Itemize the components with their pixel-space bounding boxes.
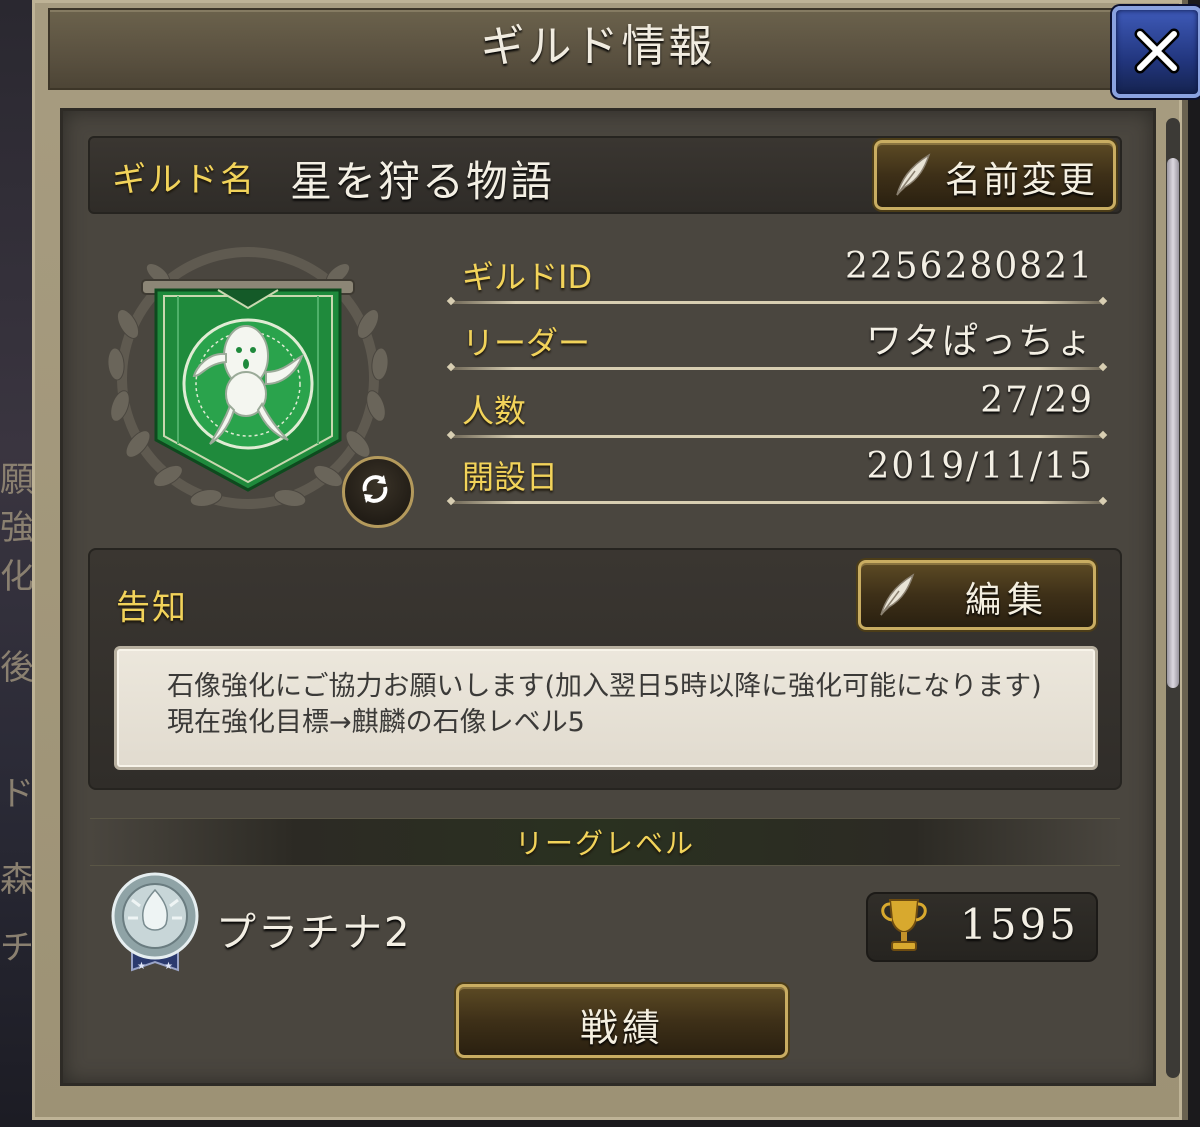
guild-name-label: ギルド名 [112, 160, 256, 200]
notice-message: 石像強化にご協力お願いします(加入翌日5時以降に強化可能になります)現在強化目標… [167, 671, 1042, 738]
dialog-title: ギルド情報 [480, 21, 716, 72]
scrollbar-thumb[interactable] [1167, 158, 1179, 688]
background-text: ド [0, 774, 34, 814]
notice-message-box: 石像強化にご協力お願いします(加入翌日5時以降に強化可能になります)現在強化目標… [114, 646, 1098, 770]
divider [450, 501, 1104, 504]
close-icon [1134, 28, 1180, 74]
league-rank: プラチナ2 [216, 910, 412, 956]
info-value[interactable]: ワタぱっちょ [866, 312, 1094, 364]
trophy-count: 1595 [960, 900, 1079, 949]
swap-icon [362, 475, 388, 503]
quill-icon [896, 153, 931, 196]
info-value: 2019/11/15 [866, 446, 1094, 487]
guild-name-value: 星を狩る物語 [290, 157, 555, 206]
edit-button-label: 編集 [965, 580, 1050, 621]
rename-button-label: 名前変更 [945, 160, 1098, 201]
info-value: 2256280821 [844, 246, 1094, 287]
background-text: 森 [0, 860, 34, 900]
info-row-members: 人数 27/29 [450, 374, 1104, 438]
edit-notice-button[interactable]: 編集 [858, 560, 1096, 630]
svg-text:★: ★ [137, 961, 146, 972]
info-label: 人数 [462, 392, 527, 430]
trophy-icon [881, 899, 927, 951]
background-text: チ [0, 928, 34, 968]
svg-text:★: ★ [164, 961, 173, 972]
info-row-guild-id: ギルドID 2256280821 [450, 240, 1104, 304]
info-label: 開設日 [462, 458, 559, 496]
battle-record-button[interactable]: 戦績 [456, 984, 788, 1058]
platinum-medal-icon: ★ ★ [111, 872, 199, 972]
league-level-label: リーグレベル [514, 827, 695, 860]
close-button[interactable] [1112, 6, 1200, 98]
notice-label: 告知 [116, 588, 188, 628]
divider [450, 367, 1104, 370]
info-row-leader: リーダー ワタぱっちょ [450, 306, 1104, 370]
divider [450, 435, 1104, 438]
background-text: 後 [0, 648, 34, 688]
rename-button[interactable]: 名前変更 [874, 140, 1116, 210]
info-label: リーダー [462, 324, 591, 362]
divider [450, 301, 1104, 304]
battle-record-label: 戦績 [579, 1006, 664, 1050]
info-label: ギルドID [462, 258, 593, 296]
info-value: 27/29 [980, 380, 1094, 421]
info-row-founded: 開設日 2019/11/15 [450, 440, 1104, 504]
change-emblem-button[interactable] [342, 456, 414, 528]
quill-icon [880, 573, 915, 616]
background-text: 願 [0, 460, 34, 500]
